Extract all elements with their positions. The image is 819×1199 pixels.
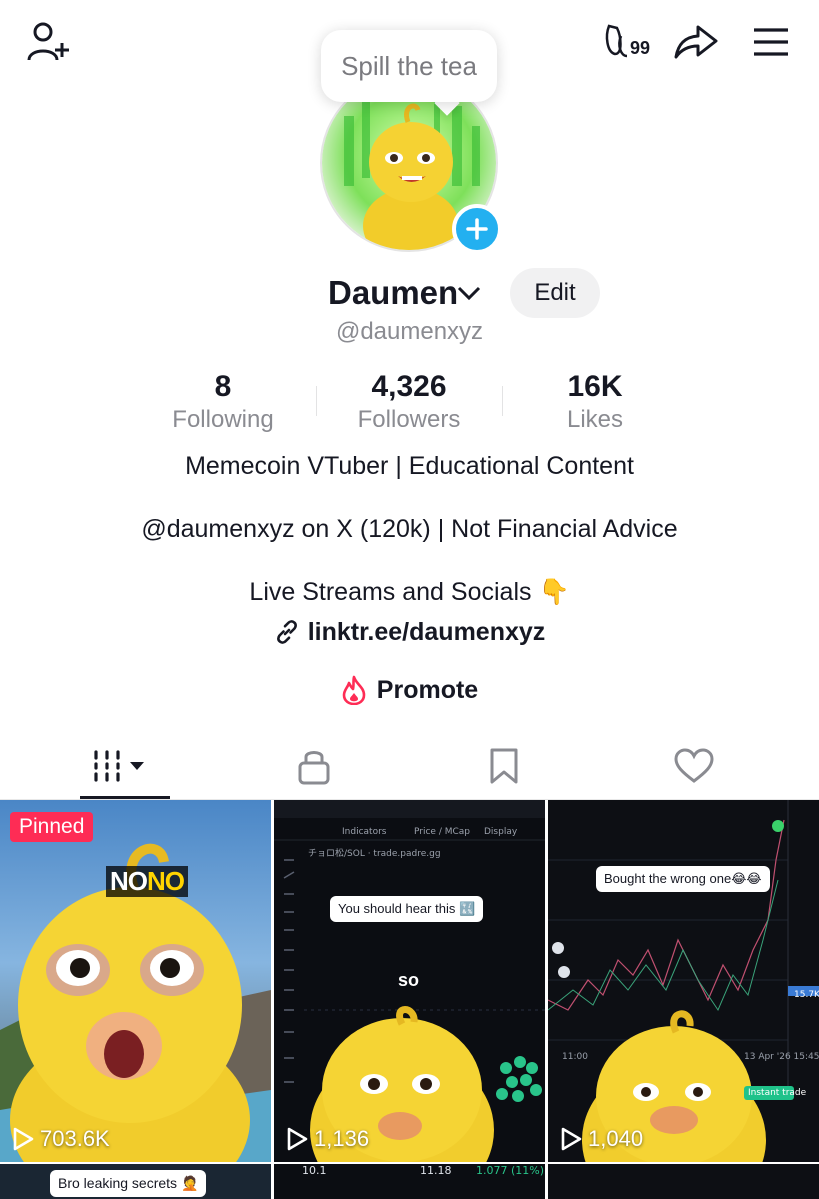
status-tooltip[interactable]: Spill the tea [321, 30, 497, 102]
stats-value: 10.1 [302, 1164, 327, 1177]
tab-private[interactable] [212, 732, 416, 800]
view-count: 1,136 [286, 1126, 369, 1152]
divider [502, 386, 503, 416]
time-label: 11:00 [562, 1052, 588, 1062]
view-count-value: 1,136 [314, 1126, 370, 1151]
video-thumbnail[interactable]: 15.7K 13 Apr '26 15:45 11:00 Instant tra… [548, 800, 819, 1162]
profile-stats: 8 Following 4,326 Followers 16K Likes [0, 370, 819, 440]
video-caption: You should hear this 🔣 [330, 896, 484, 922]
view-count: 1,040 [560, 1126, 643, 1152]
menu-icon[interactable] [748, 20, 794, 64]
add-friend-icon[interactable] [22, 18, 74, 66]
stats-value: 11.18 [420, 1164, 452, 1177]
tab-saved[interactable] [402, 732, 606, 800]
pinned-badge: Pinned [10, 812, 94, 842]
bio-line: @daumenxyz on X (120k) | Not Financial A… [141, 515, 678, 543]
stat-label: Followers [357, 406, 461, 433]
add-avatar-button[interactable] [452, 204, 502, 254]
lock-icon [298, 751, 330, 785]
promote-button[interactable]: Promote [0, 670, 819, 710]
stat-value: 4,326 [371, 370, 447, 403]
chart-indicators-label: Indicators [342, 827, 387, 837]
heart-icon [674, 748, 714, 783]
play-icon [561, 1127, 582, 1151]
video-caption: Bought the wrong one😂😂 [596, 866, 770, 892]
plus-icon [466, 218, 488, 240]
stat-label: Following [172, 406, 274, 433]
edit-profile-button[interactable]: Edit [510, 268, 600, 318]
view-count-value: 1,040 [588, 1126, 644, 1151]
tab-liked[interactable] [592, 732, 796, 800]
stat-value: 16K [567, 370, 623, 403]
video-grid: Pinned NONO 703.6K Indicators Price / MC… [0, 800, 819, 1199]
video-thumbnail[interactable]: 10.1 11.18 1.077 (11%) [274, 1164, 545, 1199]
profile-tabs [0, 732, 819, 800]
bio-line: Live Streams and Socials 👇 [249, 578, 570, 606]
bio-link[interactable]: linktr.ee/daumenxyz [0, 614, 819, 650]
price-tag: 15.7K [794, 990, 819, 1000]
stat-label: Likes [566, 406, 624, 433]
video-thumbnail[interactable]: Bro leaking secrets 🤦 [0, 1164, 271, 1199]
instant-trade-label: Instant trade [748, 1088, 807, 1098]
subtitle-text: so [398, 970, 420, 990]
stat-likes[interactable]: 16K Likes [510, 370, 680, 434]
username-handle: @daumenxyz [335, 318, 484, 345]
overlay-word: NO [110, 866, 148, 896]
view-count: 703.6K [12, 1126, 110, 1152]
memo-badge: 99 [630, 38, 651, 58]
stat-following[interactable]: 8 Following [138, 370, 308, 434]
promote-label: Promote [376, 675, 479, 704]
stat-value: 8 [214, 370, 232, 403]
thumbnail-image [0, 843, 271, 1162]
name-row: Daumen Edit [0, 268, 819, 320]
chart-pair-label: チョロ松/SOL · trade.padre.gg [308, 849, 441, 859]
date-label: 13 Apr '26 15:45 [744, 1052, 819, 1062]
view-count-value: 703.6K [40, 1126, 110, 1151]
bio-line: Memecoin VTuber | Educational Content [185, 452, 634, 480]
link-icon [276, 620, 297, 644]
footprint-icon[interactable]: 99 [600, 20, 662, 64]
video-thumbnail[interactable] [548, 1164, 819, 1199]
grid-icon [94, 750, 144, 782]
link-text: linktr.ee/daumenxyz [307, 617, 546, 646]
stats-value: 1.077 (11%) [476, 1164, 545, 1177]
flame-icon [342, 675, 366, 705]
tooltip-text: Spill the tea [341, 50, 477, 81]
play-icon [287, 1127, 308, 1151]
chevron-down-icon[interactable] [456, 284, 482, 307]
active-tab-indicator [80, 796, 170, 799]
play-icon [13, 1127, 34, 1151]
tab-videos[interactable] [20, 732, 224, 800]
overlay-text: NONO [106, 866, 188, 897]
stat-followers[interactable]: 4,326 Followers [324, 370, 494, 434]
video-thumbnail[interactable]: Pinned NONO 703.6K [0, 800, 271, 1162]
bookmark-icon [490, 748, 518, 784]
video-caption: Bro leaking secrets 🤦 [50, 1170, 207, 1197]
video-thumbnail[interactable]: Indicators Price / MCap Display チョロ松/SOL… [274, 800, 545, 1162]
chart-display-label: Display [484, 827, 518, 837]
chart-price-label: Price / MCap [414, 827, 470, 837]
share-icon[interactable] [672, 20, 720, 64]
thumbnail-image [548, 800, 819, 1162]
overlay-word-highlight: NO [147, 866, 185, 896]
display-name[interactable]: Daumen [328, 274, 458, 312]
divider [316, 386, 317, 416]
